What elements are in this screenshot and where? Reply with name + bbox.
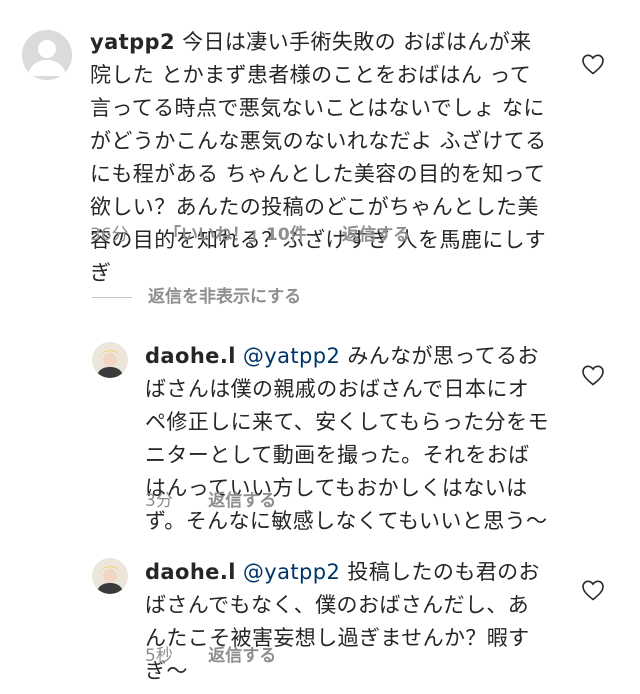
reply-button[interactable]: 返信する [208, 641, 276, 666]
reply-button[interactable]: 返信する [342, 220, 410, 245]
comment-likes[interactable]: 「いいね！」10件 [164, 220, 307, 245]
heart-outline-icon[interactable] [581, 53, 605, 75]
avatar[interactable] [92, 342, 128, 378]
comment-time: 3分 [145, 491, 173, 511]
comment-username[interactable]: daohe.l [145, 344, 236, 368]
comment-text: daohe.l @yatpp2 投稿したのも君のおばさんでもなく、僕のおばさんだ… [145, 556, 550, 688]
comment-text: yatpp2 今日は凄い手術失敗の おばはんが来院した とかまず患者様のことをお… [90, 26, 550, 290]
user-avatar-icon [92, 558, 128, 594]
mention-link[interactable]: @yatpp2 [243, 560, 340, 584]
comment-body: 今日は凄い手術失敗の おばはんが来院した とかまず患者様のことをおばはん って言… [90, 30, 547, 285]
heart-outline-icon[interactable] [581, 364, 605, 386]
user-avatar-icon [92, 342, 128, 378]
mention-link[interactable]: @yatpp2 [243, 344, 340, 368]
comment-username[interactable]: daohe.l [145, 560, 236, 584]
avatar[interactable] [92, 558, 128, 594]
hide-replies-button[interactable]: 返信を非表示にする [92, 282, 301, 307]
comment-meta: 5秒 返信する [145, 641, 276, 666]
comment-meta: 3分 返信する [145, 486, 276, 511]
default-avatar-icon [22, 30, 72, 80]
comment-meta: 36分 「いいね！」10件 返信する [90, 220, 410, 245]
divider [92, 296, 132, 298]
comment-time: 5秒 [145, 646, 173, 666]
reply-button[interactable]: 返信する [208, 486, 276, 511]
heart-outline-icon[interactable] [581, 579, 605, 601]
hide-replies-label: 返信を非表示にする [148, 287, 302, 307]
comment-username[interactable]: yatpp2 [90, 30, 175, 54]
comment-time: 36分 [90, 225, 129, 245]
avatar[interactable] [22, 30, 72, 80]
